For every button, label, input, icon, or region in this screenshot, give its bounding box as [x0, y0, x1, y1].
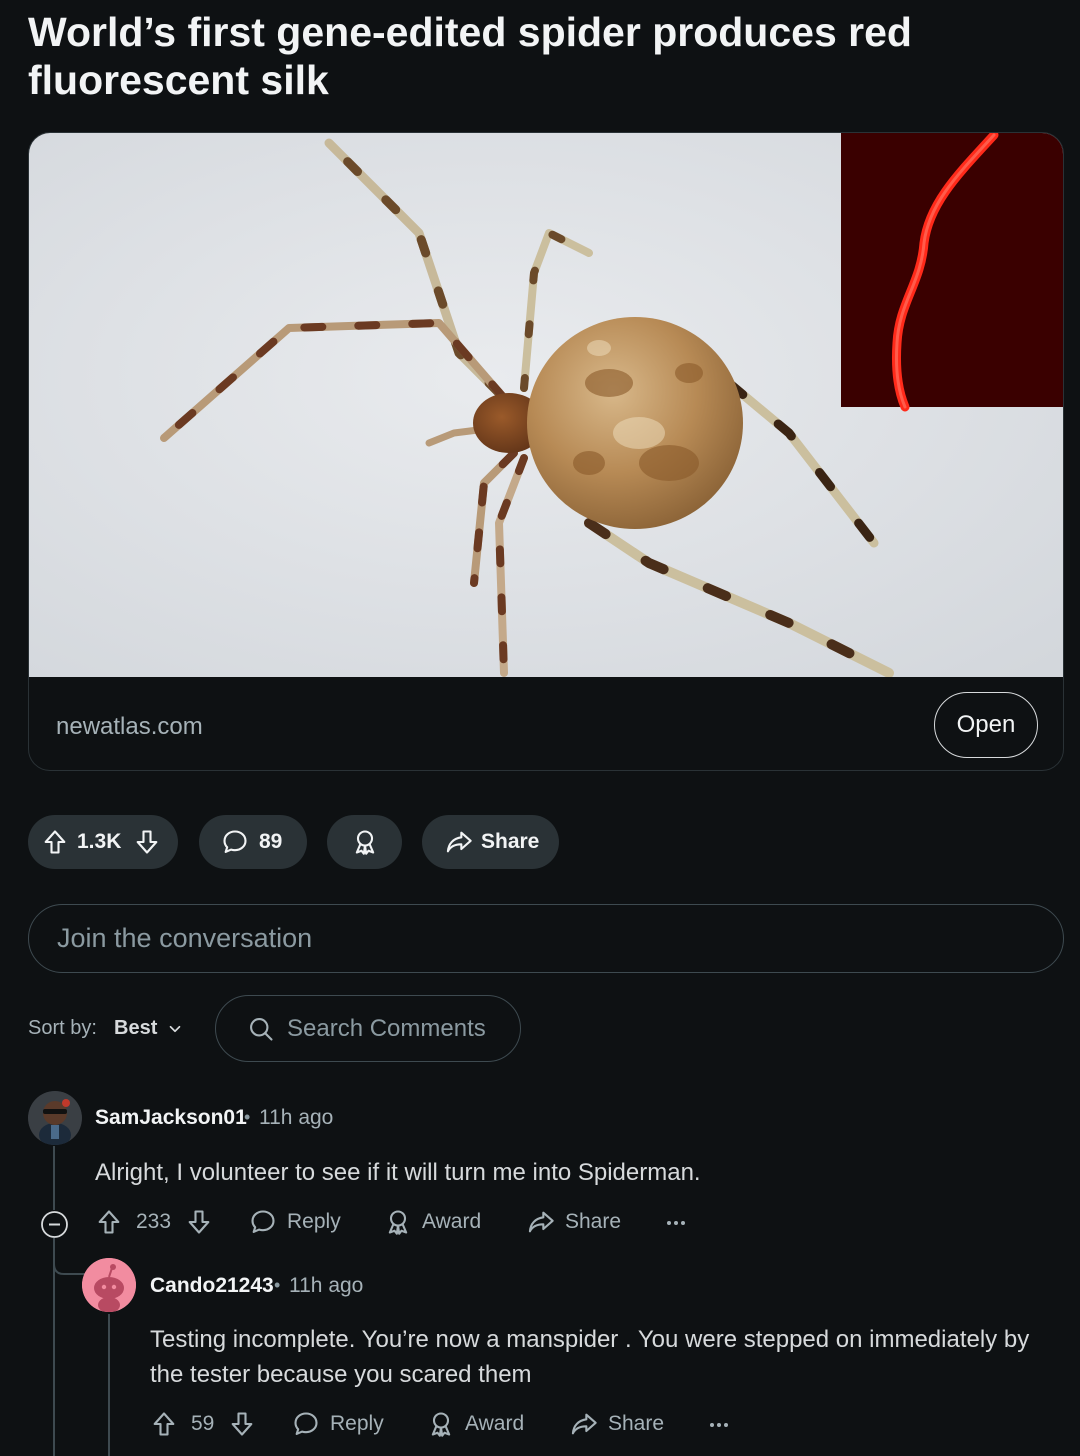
comment-icon — [221, 828, 249, 856]
avatar[interactable] — [82, 1258, 136, 1312]
award-icon — [384, 1208, 412, 1236]
downvote-icon[interactable] — [228, 1410, 256, 1438]
downvote-icon[interactable] — [133, 828, 161, 856]
chevron-down-icon[interactable] — [166, 1020, 184, 1043]
link-preview-card[interactable]: newatlas.com Open — [28, 132, 1064, 771]
search-placeholder: Search Comments — [287, 1014, 486, 1042]
link-domain[interactable]: newatlas.com — [56, 713, 203, 741]
search-comments-input[interactable]: Search Comments — [215, 995, 521, 1062]
share-icon — [445, 828, 473, 856]
comment-count: 89 — [259, 830, 283, 853]
upvote-icon[interactable] — [41, 828, 69, 856]
open-link-button[interactable]: Open — [934, 692, 1038, 758]
award-label: Award — [465, 1412, 525, 1435]
share-label: Share — [608, 1412, 665, 1435]
downvote-icon[interactable] — [185, 1208, 213, 1236]
avatar[interactable] — [28, 1091, 82, 1145]
award-label: Award — [422, 1210, 482, 1233]
share-button[interactable]: Share — [422, 815, 559, 869]
link-preview-image[interactable] — [29, 133, 1064, 677]
reply-label: Reply — [287, 1210, 341, 1233]
comment-username[interactable]: Cando21243 — [150, 1274, 274, 1298]
award-icon — [351, 828, 379, 856]
comment-timestamp: 11h ago — [289, 1274, 364, 1297]
thread-line[interactable] — [53, 1146, 55, 1210]
award-button[interactable]: Award — [427, 1410, 524, 1438]
vote-pill: 1.3K — [28, 815, 178, 869]
reply-button[interactable]: Reply — [249, 1208, 341, 1236]
meta-separator: • — [274, 1275, 281, 1295]
comment-timestamp: 11h ago — [259, 1106, 334, 1129]
share-label: Share — [481, 830, 540, 853]
share-button[interactable]: Share — [570, 1410, 664, 1438]
share-button[interactable]: Share — [527, 1208, 621, 1236]
meta-separator: • — [244, 1107, 251, 1127]
comment-icon — [292, 1410, 320, 1438]
comment-body: Testing incomplete. You’re now a manspid… — [150, 1326, 1030, 1388]
post-title: World’s first gene-edited spider produce… — [28, 9, 912, 103]
collapse-icon[interactable] — [40, 1210, 69, 1239]
reply-label: Reply — [330, 1412, 384, 1435]
vote-count: 59 — [191, 1412, 215, 1435]
upvote-icon[interactable] — [150, 1410, 178, 1438]
vote-count: 233 — [136, 1210, 172, 1233]
comment-username[interactable]: SamJackson01 — [95, 1106, 247, 1130]
award-icon — [427, 1410, 455, 1438]
more-icon[interactable] — [707, 1415, 731, 1435]
sort-label: Sort by: — [28, 1017, 97, 1039]
comment-icon — [249, 1208, 277, 1236]
thread-line[interactable] — [108, 1314, 110, 1456]
search-icon — [247, 1015, 275, 1043]
reply-button[interactable]: Reply — [292, 1410, 384, 1438]
comment-body: Alright, I volunteer to see if it will t… — [95, 1159, 701, 1186]
comment-vote-group: 233 — [95, 1208, 213, 1236]
share-icon — [527, 1208, 555, 1236]
more-icon[interactable] — [664, 1213, 688, 1233]
vote-count: 1.3K — [77, 830, 122, 853]
link-card-footer: newatlas.com Open — [29, 677, 1063, 770]
award-button[interactable]: Award — [384, 1208, 481, 1236]
comment-vote-group: 59 — [150, 1410, 256, 1438]
share-icon — [570, 1410, 598, 1438]
award-button[interactable] — [327, 815, 402, 869]
sort-dropdown[interactable]: Best — [114, 1017, 157, 1040]
composer-placeholder: Join the conversation — [57, 923, 313, 953]
comments-button[interactable]: 89 — [199, 815, 307, 869]
upvote-icon[interactable] — [95, 1208, 123, 1236]
thread-connector — [53, 1250, 85, 1275]
comment-composer[interactable]: Join the conversation — [28, 904, 1064, 973]
share-label: Share — [565, 1210, 622, 1233]
